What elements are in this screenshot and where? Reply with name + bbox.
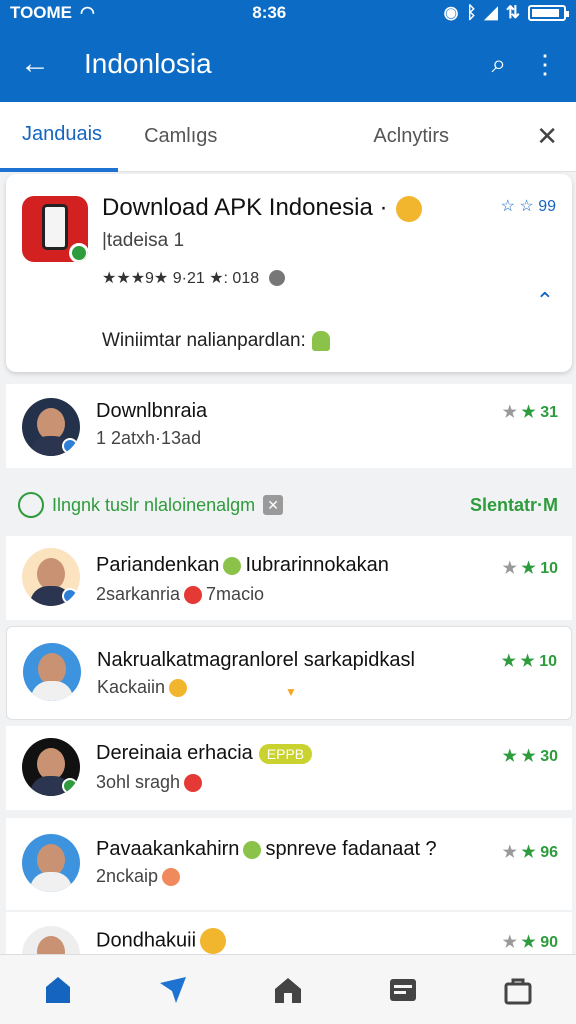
tab-bar: Janduais Camlıgs Aclnytirs ✕: [0, 102, 576, 172]
item-score: ★ ★ 31: [502, 404, 558, 421]
emoji-icon: [162, 868, 181, 887]
item-score: ★ ★ 10: [501, 653, 557, 670]
meta-part: 3ohl sragh: [96, 772, 181, 792]
item-meta: 2nckaip: [96, 866, 184, 887]
emoji-icon: [200, 928, 227, 954]
meta-part: 7macio: [206, 584, 265, 604]
list-item[interactable]: Pariandenkan Iubrarinnokakan 2sarkanria 7m…: [6, 536, 572, 620]
close-icon[interactable]: ✕: [536, 121, 558, 152]
app-icon: [22, 196, 88, 262]
item-name: Dondhakuii: [96, 928, 230, 954]
emoji-icon: [243, 840, 262, 859]
tab-aclnytirs[interactable]: Aclnytirs: [373, 102, 449, 172]
featured-description: Winiimtar nalianpardlan:: [102, 330, 330, 352]
nav-home-tag-icon[interactable]: [38, 970, 78, 1010]
banner-action[interactable]: Slentatr·M: [470, 495, 558, 516]
back-arrow-icon[interactable]: ←: [20, 47, 70, 81]
nav-bag-icon[interactable]: [498, 970, 538, 1010]
item-name: Dereinaia erhacia EPPB: [96, 742, 313, 765]
caret-down-icon[interactable]: ▼: [285, 685, 297, 699]
emoji-icon: [184, 586, 203, 605]
name-part: Dondhakuii: [96, 929, 197, 952]
favorite-count[interactable]: ☆ ☆ 99: [501, 196, 556, 216]
nav-send-icon[interactable]: [153, 970, 193, 1010]
person-icon: [311, 330, 330, 351]
name-part: Pavaakankahirn: [96, 838, 240, 860]
avatar: [22, 548, 80, 606]
carrier-label: TOOME: [10, 3, 73, 22]
list-item[interactable]: Dondhakuii ★ ★ 90: [6, 912, 572, 954]
avatar: [22, 926, 80, 954]
name-part: Dereinaia erhacia: [96, 742, 253, 764]
meta-part: 2nckaip: [96, 866, 159, 886]
list-item[interactable]: Nakrualkatmagranlorel sarkapidkasl Kacka…: [6, 626, 572, 720]
emoji-icon: [169, 679, 188, 698]
item-name: Downlbnraia: [96, 400, 208, 422]
battery-icon: [528, 5, 569, 21]
item-score: ★ ★ 10: [502, 560, 558, 577]
emoji-icon: [223, 556, 242, 575]
more-options-icon[interactable]: ⋮: [532, 49, 558, 80]
nav-card-icon[interactable]: [383, 970, 423, 1010]
avatar: [22, 834, 80, 892]
alarm-icon: ◉: [443, 3, 459, 22]
item-name: Nakrualkatmagranlorel sarkapidkasl: [97, 649, 415, 671]
featured-app-card[interactable]: Download APK Indonesia · |tadeisa 1 ★★★9…: [6, 174, 572, 372]
tab-janduais[interactable]: Janduais: [0, 102, 119, 172]
page-title: Indonlosia: [84, 48, 212, 79]
name-part: Pariandenkan: [96, 554, 220, 576]
chevron-up-icon[interactable]: ⌃: [536, 288, 554, 314]
item-meta: 3ohl sragh: [96, 772, 206, 793]
avatar: [23, 643, 81, 701]
bluetooth-icon: ᛒ: [466, 3, 477, 22]
item-score: ★ ★ 96: [502, 844, 558, 861]
avatar: [22, 738, 80, 796]
smile-icon: [18, 492, 44, 518]
nav-house-icon[interactable]: [268, 970, 308, 1010]
item-score: ★ ★ 30: [502, 748, 558, 765]
item-name: Pavaakankahirn spnreve fadanaat ?: [96, 838, 437, 861]
signal-icon: ◢: [484, 3, 498, 22]
app-bar: ← Indonlosia ⌕ ⋮: [0, 26, 576, 102]
description-text: Winiimtar nalianpardlan:: [102, 330, 306, 351]
bottom-nav: [0, 954, 576, 1024]
phone-icon: [42, 204, 68, 250]
dismiss-icon[interactable]: ✕: [263, 495, 284, 515]
name-part: spnreve fadanaat ?: [265, 838, 437, 860]
avatar: [22, 398, 80, 456]
tab-camligs[interactable]: Camlıgs: [144, 102, 217, 172]
meta-part: 2sarkanria: [96, 584, 181, 604]
search-icon[interactable]: ⌕: [491, 48, 506, 80]
status-bar: TOOME ◠ 8:36 ◉ ᛒ ◢ ⇅: [0, 0, 576, 26]
item-name: Pariandenkan Iubrarinnokakan: [96, 554, 389, 577]
rating-text: ★★★9★ 9·21 ★: 018: [102, 270, 260, 287]
data-icon: ⇅: [505, 3, 520, 22]
list-item[interactable]: Downlbnraia 1 2atxh·13ad ★ ★ 31: [6, 384, 572, 468]
item-score: ★ ★ 90: [502, 934, 558, 951]
featured-title-text: Download APK Indonesia ·: [102, 194, 388, 221]
name-part: Iubrarinnokakan: [245, 554, 389, 576]
verified-badge: [69, 243, 88, 262]
emoji-icon: [395, 195, 422, 222]
emoji-icon: [184, 774, 203, 793]
featured-subtitle: |tadeisa 1: [102, 230, 185, 251]
list-item[interactable]: Dereinaia erhacia EPPB 3ohl sragh ★ ★ 30: [6, 726, 572, 810]
meta-part: Kackaiin: [97, 677, 166, 697]
promo-banner[interactable]: Ilngnk tuslr nlaloinenalgm ✕ Slentatr·M: [18, 490, 558, 520]
featured-title: Download APK Indonesia ·: [102, 194, 422, 222]
item-meta: 1 2atxh·13ad: [96, 428, 202, 448]
wifi-icon: ◠: [80, 3, 95, 22]
status-time: 8:36: [252, 3, 287, 22]
banner-text: Ilngnk tuslr nlaloinenalgm: [52, 494, 256, 515]
list-item[interactable]: Pavaakankahirn spnreve fadanaat ? 2nckaip…: [6, 818, 572, 910]
featured-rating: ★★★9★ 9·21 ★: 018: [102, 268, 286, 288]
item-meta: Kackaiin: [97, 677, 191, 698]
item-meta: 2sarkanria 7macio: [96, 584, 264, 605]
status-badge: EPPB: [258, 743, 313, 764]
globe-icon: [269, 270, 286, 286]
